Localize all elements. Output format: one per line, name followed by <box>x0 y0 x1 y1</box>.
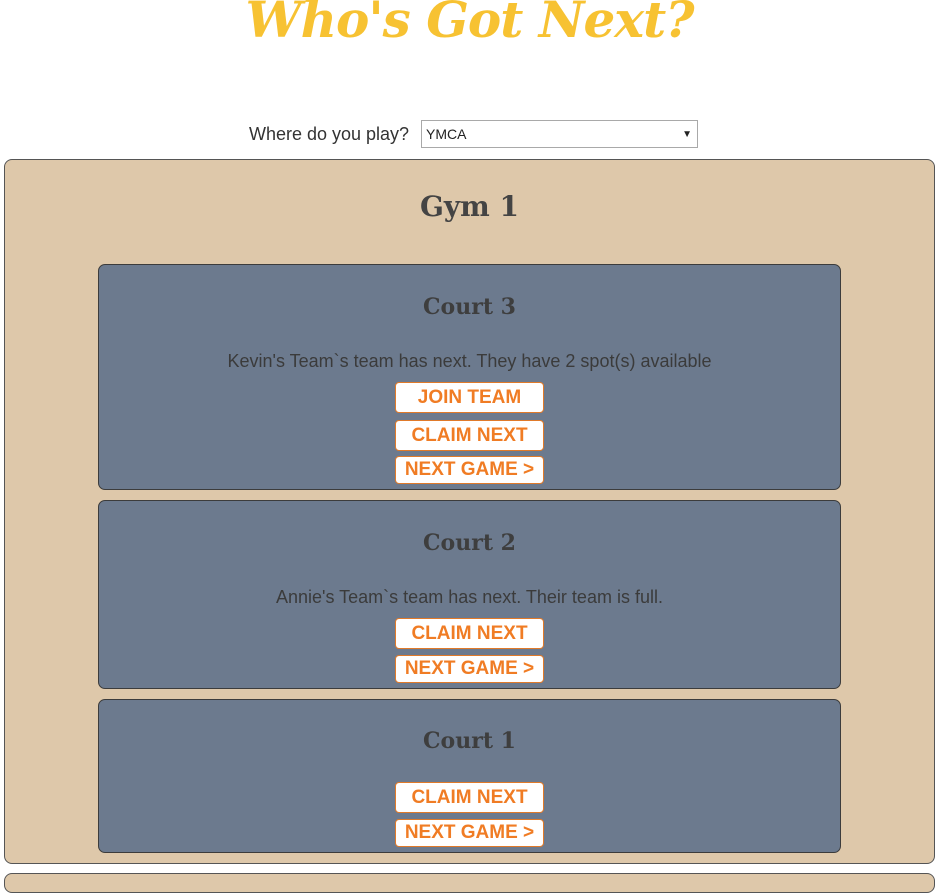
court-title: Court 1 <box>423 728 516 754</box>
claim-next-button[interactable]: CLAIM NEXT <box>395 618 544 649</box>
location-selected-value: YMCA <box>426 126 467 142</box>
court-status: Annie's Team`s team has next. Their team… <box>276 587 663 607</box>
court-title: Court 2 <box>423 530 516 556</box>
claim-next-button[interactable]: CLAIM NEXT <box>395 782 544 813</box>
court-title: Court 3 <box>423 294 516 320</box>
location-label: Where do you play? <box>248 123 410 144</box>
next-game-button[interactable]: NEXT GAME > <box>395 655 544 683</box>
next-game-button[interactable]: NEXT GAME > <box>395 456 544 484</box>
app-title: Who's Got Next? <box>245 0 695 49</box>
location-picker: Where do you play? YMCA ▼ <box>0 119 939 149</box>
court-card: Court 3 Kevin's Team`s team has next. Th… <box>98 264 841 490</box>
next-game-button[interactable]: NEXT GAME > <box>395 819 544 847</box>
chevron-down-icon: ▼ <box>682 128 693 140</box>
court-status: Kevin's Team`s team has next. They have … <box>227 351 712 371</box>
location-select[interactable]: YMCA ▼ <box>421 120 699 148</box>
gym-panel <box>4 873 935 893</box>
join-team-button[interactable]: JOIN TEAM <box>395 382 544 413</box>
claim-next-button[interactable]: CLAIM NEXT <box>395 420 544 451</box>
gym-title: Gym 1 <box>419 190 520 223</box>
gym-panel: Gym 1 Court 3 Kevin's Team`s team has ne… <box>4 159 935 864</box>
court-card: Court 2 Annie's Team`s team has next. Th… <box>98 500 841 689</box>
court-card: Court 1 CLAIM NEXT NEXT GAME > <box>98 699 841 853</box>
